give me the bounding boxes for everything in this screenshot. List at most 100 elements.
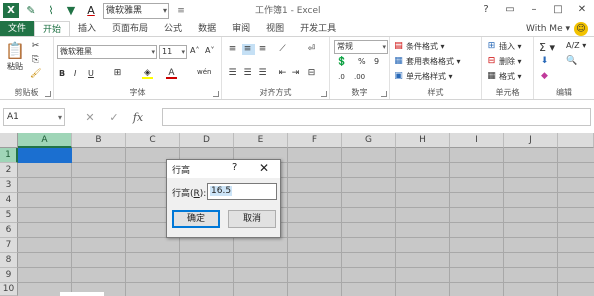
- row-header[interactable]: 4: [0, 193, 18, 208]
- conditional-format-button[interactable]: ▤ 条件格式 ▾: [393, 41, 444, 52]
- insert-cells-button[interactable]: ⊞ 插入 ▾: [486, 41, 522, 52]
- column-header[interactable]: F: [288, 133, 342, 148]
- column-header[interactable]: J: [504, 133, 558, 148]
- format-cells-button[interactable]: ▦ 格式 ▾: [486, 71, 521, 82]
- cut-button[interactable]: ✂: [30, 41, 43, 52]
- increase-indent-button[interactable]: ⇥: [290, 68, 303, 79]
- minimize-icon[interactable]: –: [522, 0, 546, 21]
- row-height-input[interactable]: 16.5: [207, 183, 277, 200]
- align-center-button[interactable]: ☰: [242, 68, 255, 79]
- delete-cells-button[interactable]: ⊟ 删除 ▾: [486, 56, 522, 67]
- help-icon[interactable]: ?: [474, 0, 498, 21]
- format-painter-button[interactable]: 🖌: [30, 69, 43, 80]
- close-icon[interactable]: ✕: [570, 0, 594, 21]
- tab-data[interactable]: 数据: [190, 21, 224, 37]
- tab-review[interactable]: 审阅: [224, 21, 258, 37]
- row-header[interactable]: 9: [0, 268, 18, 283]
- bold-button[interactable]: B: [59, 69, 65, 78]
- feedback-smile-icon[interactable]: ☺: [574, 22, 588, 36]
- decrease-decimal-button[interactable]: .00: [354, 72, 367, 83]
- column-header[interactable]: E: [234, 133, 288, 148]
- cell-area[interactable]: [18, 148, 594, 296]
- autosum-button[interactable]: Σ ▾: [539, 41, 555, 54]
- cell-styles-button[interactable]: ▣ 单元格样式 ▾: [393, 71, 452, 82]
- tab-file[interactable]: 文件: [0, 21, 34, 37]
- tab-formulas[interactable]: 公式: [156, 21, 190, 37]
- font-launcher[interactable]: [213, 91, 219, 97]
- row-header[interactable]: 7: [0, 238, 18, 253]
- underline-button[interactable]: U: [88, 69, 94, 78]
- find-select-button[interactable]: 🔍: [566, 56, 579, 67]
- name-box[interactable]: A1: [3, 108, 65, 126]
- row-header[interactable]: 1: [0, 148, 18, 163]
- active-cell[interactable]: [18, 148, 72, 163]
- number-format-combo[interactable]: 常规: [334, 40, 388, 54]
- shrink-font-button[interactable]: A˅: [205, 46, 214, 55]
- user-account[interactable]: With Me ▾: [526, 21, 570, 37]
- column-header[interactable]: I: [450, 133, 504, 148]
- insert-function-icon[interactable]: fx: [126, 111, 150, 124]
- row-header[interactable]: 3: [0, 178, 18, 193]
- paste-button[interactable]: 📋 粘贴: [5, 41, 25, 72]
- row-header[interactable]: 10: [0, 283, 18, 296]
- ok-button[interactable]: 确定: [172, 210, 220, 228]
- font-name-combo[interactable]: 微软雅黑: [57, 45, 157, 59]
- wrap-text-button[interactable]: ⏎: [306, 44, 319, 55]
- row-header[interactable]: 2: [0, 163, 18, 178]
- select-all-corner[interactable]: [0, 133, 18, 148]
- font-color-icon[interactable]: A: [83, 3, 99, 19]
- format-painter-icon[interactable]: ⌇: [43, 3, 59, 19]
- fill-color-button[interactable]: ◈: [142, 68, 155, 79]
- orientation-button[interactable]: ⟋: [277, 44, 290, 55]
- align-top-button[interactable]: ≡: [227, 44, 240, 55]
- cancel-formula-icon[interactable]: ✕: [78, 111, 102, 124]
- column-header[interactable]: B: [72, 133, 126, 148]
- decrease-indent-button[interactable]: ⇤: [277, 68, 290, 79]
- row-header[interactable]: 8: [0, 253, 18, 268]
- align-left-button[interactable]: ☰: [227, 68, 240, 79]
- column-header[interactable]: C: [126, 133, 180, 148]
- alignment-launcher[interactable]: [321, 91, 327, 97]
- borders-button[interactable]: ⊞: [112, 68, 125, 79]
- italic-button[interactable]: I: [74, 69, 76, 78]
- format-as-table-button[interactable]: ▦ 套用表格格式 ▾: [393, 56, 460, 67]
- column-header[interactable]: A: [18, 133, 72, 148]
- tab-view[interactable]: 视图: [258, 21, 292, 37]
- row-header[interactable]: 6: [0, 223, 18, 238]
- tab-page-layout[interactable]: 页面布局: [104, 21, 156, 37]
- merge-center-button[interactable]: ⊟: [306, 68, 319, 79]
- copy-button[interactable]: ⎘: [30, 55, 43, 66]
- increase-decimal-button[interactable]: .0: [336, 72, 349, 83]
- phonetic-button[interactable]: wén: [197, 68, 211, 76]
- clear-button[interactable]: ◆: [539, 71, 552, 82]
- qat-font-combo[interactable]: 微软雅黑: [103, 2, 169, 19]
- row-header[interactable]: 5: [0, 208, 18, 223]
- enter-formula-icon[interactable]: ✓: [102, 111, 126, 124]
- fill-button[interactable]: ⬇: [539, 56, 552, 67]
- tab-home[interactable]: 开始: [34, 21, 71, 37]
- font-color-button[interactable]: A: [166, 68, 179, 79]
- align-bottom-button[interactable]: ≡: [257, 44, 270, 55]
- dialog-help-icon[interactable]: ?: [232, 162, 237, 173]
- align-right-button[interactable]: ☰: [257, 68, 270, 79]
- column-header[interactable]: H: [396, 133, 450, 148]
- tab-developer[interactable]: 开发工具: [292, 21, 344, 37]
- comma-button[interactable]: 9: [374, 57, 379, 66]
- ribbon-display-icon[interactable]: ▭: [498, 0, 522, 21]
- formula-input[interactable]: [162, 108, 591, 126]
- maximize-icon[interactable]: □: [546, 0, 570, 21]
- column-header[interactable]: G: [342, 133, 396, 148]
- filter-icon[interactable]: ▼: [63, 3, 79, 19]
- accounting-button[interactable]: 💲: [336, 57, 349, 68]
- tab-insert[interactable]: 插入: [70, 21, 104, 37]
- dialog-close-icon[interactable]: ✕: [259, 161, 269, 175]
- grow-font-button[interactable]: A˄: [190, 46, 199, 55]
- align-middle-button[interactable]: ≡: [242, 44, 255, 55]
- percent-button[interactable]: %: [358, 57, 366, 66]
- clipboard-launcher[interactable]: [45, 91, 51, 97]
- number-launcher[interactable]: [381, 91, 387, 97]
- cancel-button[interactable]: 取消: [228, 210, 276, 228]
- column-header[interactable]: D: [180, 133, 234, 148]
- sheet-tab-strip[interactable]: [60, 292, 104, 296]
- qat-customize-icon[interactable]: ≡: [173, 3, 189, 19]
